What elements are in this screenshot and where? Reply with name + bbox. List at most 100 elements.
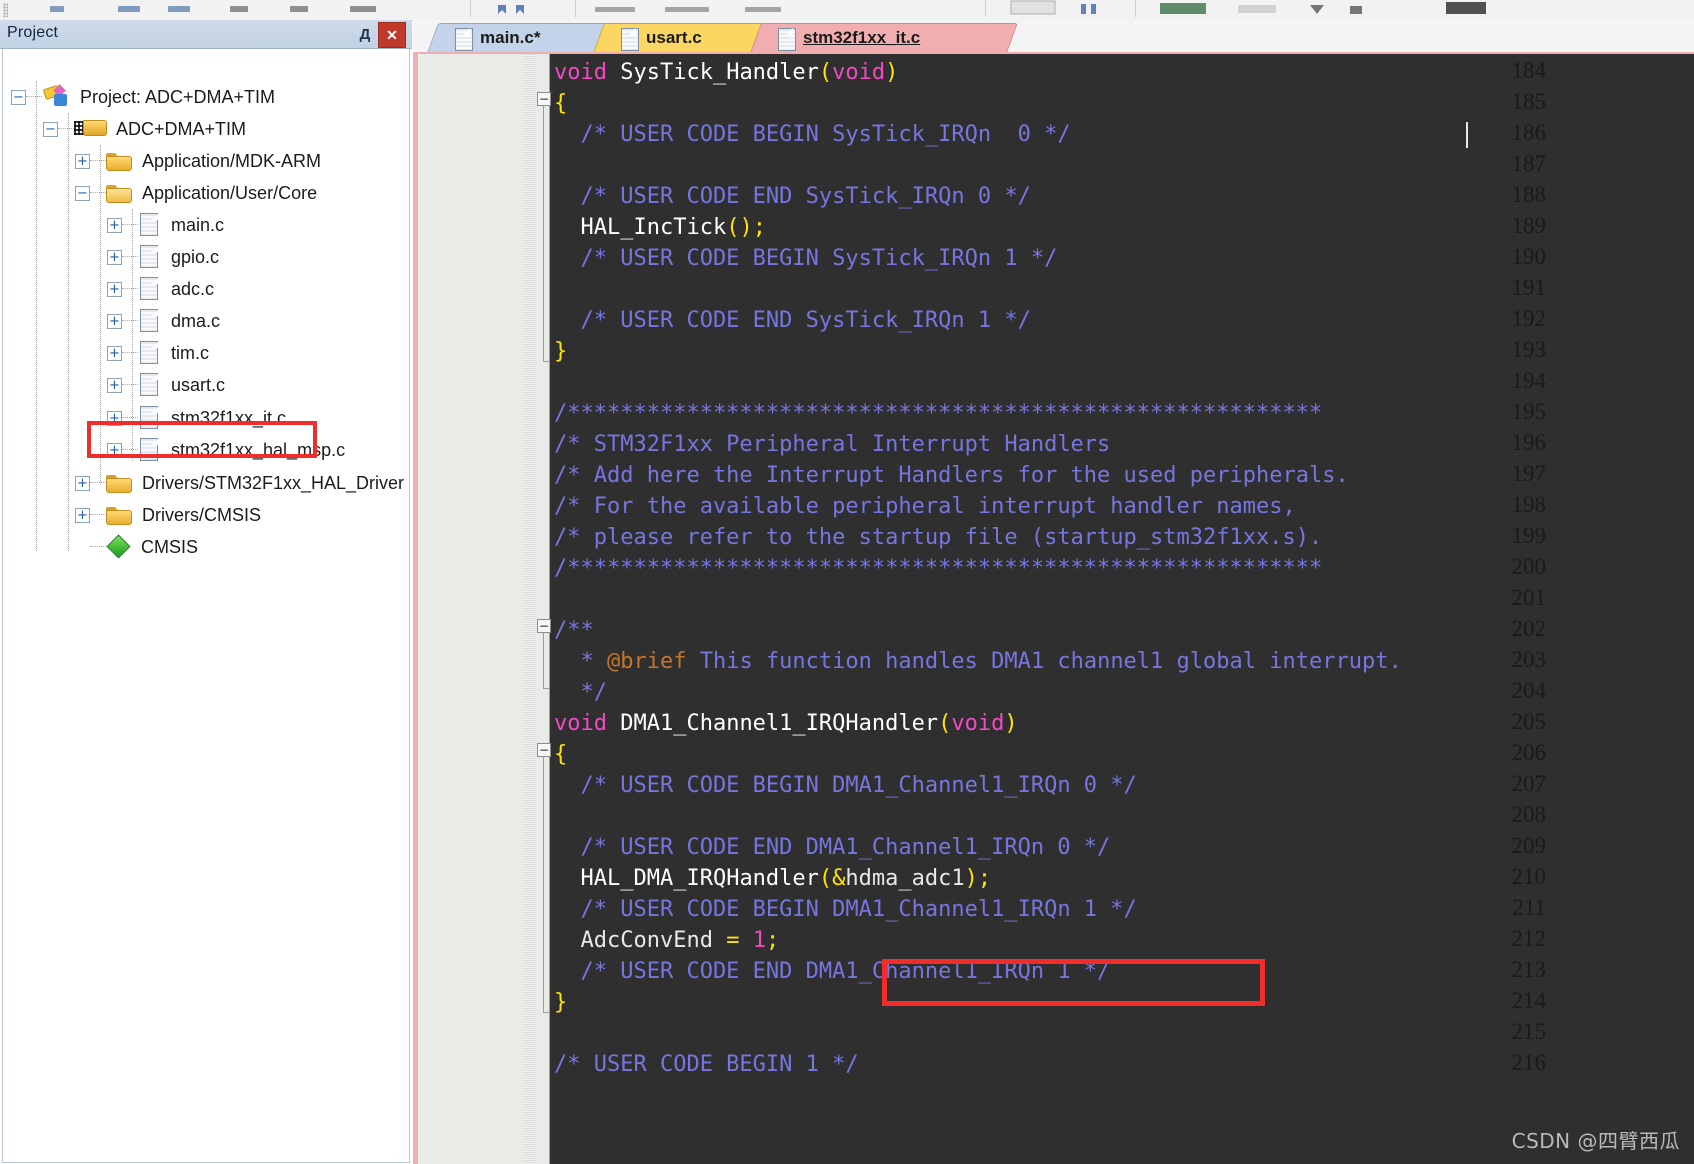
fold-bracket-end <box>543 1012 550 1013</box>
expander-icon[interactable]: − <box>75 185 90 201</box>
expander-icon[interactable]: − <box>11 89 26 105</box>
tree-item-label: CMSIS <box>141 536 199 557</box>
line-number-gutter <box>418 54 550 1164</box>
close-icon[interactable]: ✕ <box>378 22 406 48</box>
file-icon <box>138 372 162 398</box>
code-line-198: /* For the available peripheral interrup… <box>554 494 1296 519</box>
tab-main-c[interactable]: main.c* <box>427 23 632 53</box>
folder-open-icon <box>106 183 134 204</box>
code-editor-pane[interactable]: − − − 184 185 186 187 188 189 190 191 19… <box>413 52 1694 1164</box>
tree-item-label: gpio.c <box>171 246 220 267</box>
file-icon <box>138 212 162 238</box>
toolbar-target-select[interactable] <box>1005 0 1065 16</box>
fold-bracket-line <box>543 106 544 361</box>
tab-label: stm32f1xx_it.c <box>803 27 921 47</box>
file-icon <box>138 340 162 366</box>
tree-connector <box>36 81 38 551</box>
code-line-196: /* STM32F1xx Peripheral Interrupt Handle… <box>554 432 1111 457</box>
code-line-189: HAL_IncTick(); <box>580 215 766 240</box>
editor-area: main.c* usart.c stm32f1xx_it.c − − − 184… <box>413 20 1694 1164</box>
code-line-216: /* USER CODE BEGIN 1 */ <box>554 1052 859 1077</box>
expander-icon[interactable]: + <box>75 507 90 523</box>
fold-marker-minus[interactable]: − <box>537 619 551 633</box>
expander-icon[interactable]: + <box>107 345 122 361</box>
tab-label: main.c* <box>480 27 541 47</box>
folder-icon <box>106 151 134 172</box>
expander-icon[interactable]: + <box>75 475 90 491</box>
folder-icon <box>106 505 134 526</box>
tree-connector <box>90 192 106 194</box>
code-line-202: /** <box>554 618 594 643</box>
tree-connector <box>26 96 42 98</box>
main-toolbar[interactable] <box>0 0 1694 21</box>
project-panel-title: Project <box>7 24 59 41</box>
tree-item-label: tim.c <box>171 342 209 363</box>
expander-icon[interactable]: + <box>107 281 122 297</box>
project-tree[interactable]: − Project: ADC+DMA+TIM − ADC+DMA+TIM + A… <box>2 49 410 1163</box>
expander-icon[interactable]: + <box>107 217 122 233</box>
code-line-207: /* USER CODE BEGIN DMA1_Channel1_IRQn 0 … <box>554 773 1137 798</box>
tree-item-adc-c[interactable]: + adc.c <box>107 273 214 305</box>
toolbar-overflow-icon[interactable] <box>1440 0 1500 16</box>
annotation-highlight-box-tree <box>87 421 317 458</box>
tree-item-label: Application/MDK-ARM <box>142 150 322 171</box>
tree-item-main-c[interactable]: + main.c <box>107 209 224 241</box>
code-line-199: /* please refer to the startup file (sta… <box>554 525 1323 550</box>
editor-tabstrip[interactable]: main.c* usart.c stm32f1xx_it.c <box>413 20 1694 53</box>
expander-icon[interactable]: − <box>43 121 58 137</box>
pin-icon[interactable]: Д <box>354 24 376 44</box>
tree-connector <box>90 546 106 548</box>
toolbar-debug-icons[interactable] <box>1160 0 1400 16</box>
fold-bracket-end <box>543 361 550 362</box>
toolbar-bookmark-icons[interactable] <box>490 0 560 16</box>
fold-marker-minus[interactable]: − <box>537 743 551 757</box>
fold-marker-minus[interactable]: − <box>537 92 551 106</box>
tree-item-label: Drivers/CMSIS <box>142 504 262 525</box>
tree-item-cmsis[interactable]: CMSIS <box>75 531 198 563</box>
tree-item-usart-c[interactable]: + usart.c <box>107 369 225 401</box>
toolbar-icon-group-left[interactable] <box>40 0 220 16</box>
toolbar-magic-wand-icon[interactable] <box>1075 0 1115 16</box>
text-caret <box>1466 122 1468 148</box>
expander-icon[interactable]: + <box>107 313 122 329</box>
watermark-text: CSDN @四臂西瓜 <box>1511 1129 1680 1153</box>
tab-stm32f1xx-it-c[interactable]: stm32f1xx_it.c <box>750 23 1018 53</box>
tree-item-application-mdk-arm[interactable]: + Application/MDK-ARM <box>75 145 321 177</box>
expander-icon[interactable]: + <box>107 249 122 265</box>
code-line-197: /* Add here the Interrupt Handlers for t… <box>554 463 1349 488</box>
tree-connector <box>90 514 106 516</box>
tree-item-drivers-hal[interactable]: + Drivers/STM32F1xx_HAL_Driver <box>75 467 404 499</box>
annotation-highlight-box-code <box>882 959 1265 1006</box>
tree-item-dma-c[interactable]: + dma.c <box>107 305 220 337</box>
tree-item-drivers-cmsis[interactable]: + Drivers/CMSIS <box>75 499 261 531</box>
tree-item-gpio-c[interactable]: + gpio.c <box>107 241 219 273</box>
tree-item-tim-c[interactable]: + tim.c <box>107 337 209 369</box>
code-line-214: } <box>554 990 568 1015</box>
tree-item-label: Application/User/Core <box>142 182 318 203</box>
code-line-210: HAL_DMA_IRQHandler(&hdma_adc1); <box>580 866 992 891</box>
tab-usart-c[interactable]: usart.c <box>593 23 786 53</box>
toolbar-drag-handle[interactable] <box>3 3 8 17</box>
code-line-209: /* USER CODE END DMA1_Channel1_IRQn 0 */ <box>554 835 1111 860</box>
code-line-211: /* USER CODE BEGIN DMA1_Channel1_IRQn 1 … <box>554 897 1137 922</box>
tree-connector <box>122 352 138 354</box>
fold-bracket-line <box>543 757 544 1012</box>
tree-connector <box>58 128 74 130</box>
cmsis-diamond-icon <box>106 535 132 559</box>
tree-item-project[interactable]: − Project: ADC+DMA+TIM <box>11 81 275 113</box>
toolbar-icon-group-mid[interactable] <box>230 0 430 16</box>
tree-connector <box>122 320 138 322</box>
tree-item-target[interactable]: − ADC+DMA+TIM <box>43 113 246 145</box>
tree-item-application-user-core[interactable]: − Application/User/Core <box>75 177 317 209</box>
expander-icon[interactable]: + <box>75 153 90 169</box>
code-line-212: AdcConvEnd = 1; <box>554 928 780 953</box>
toolbar-icon-group-right[interactable] <box>595 0 855 16</box>
code-line-186: /* USER CODE BEGIN SysTick_IRQn 0 */ <box>554 122 1071 147</box>
fold-column[interactable]: − − − <box>536 54 551 1164</box>
expander-icon[interactable]: + <box>107 377 122 393</box>
project-panel-titlebar: Project Д ✕ <box>0 20 412 49</box>
